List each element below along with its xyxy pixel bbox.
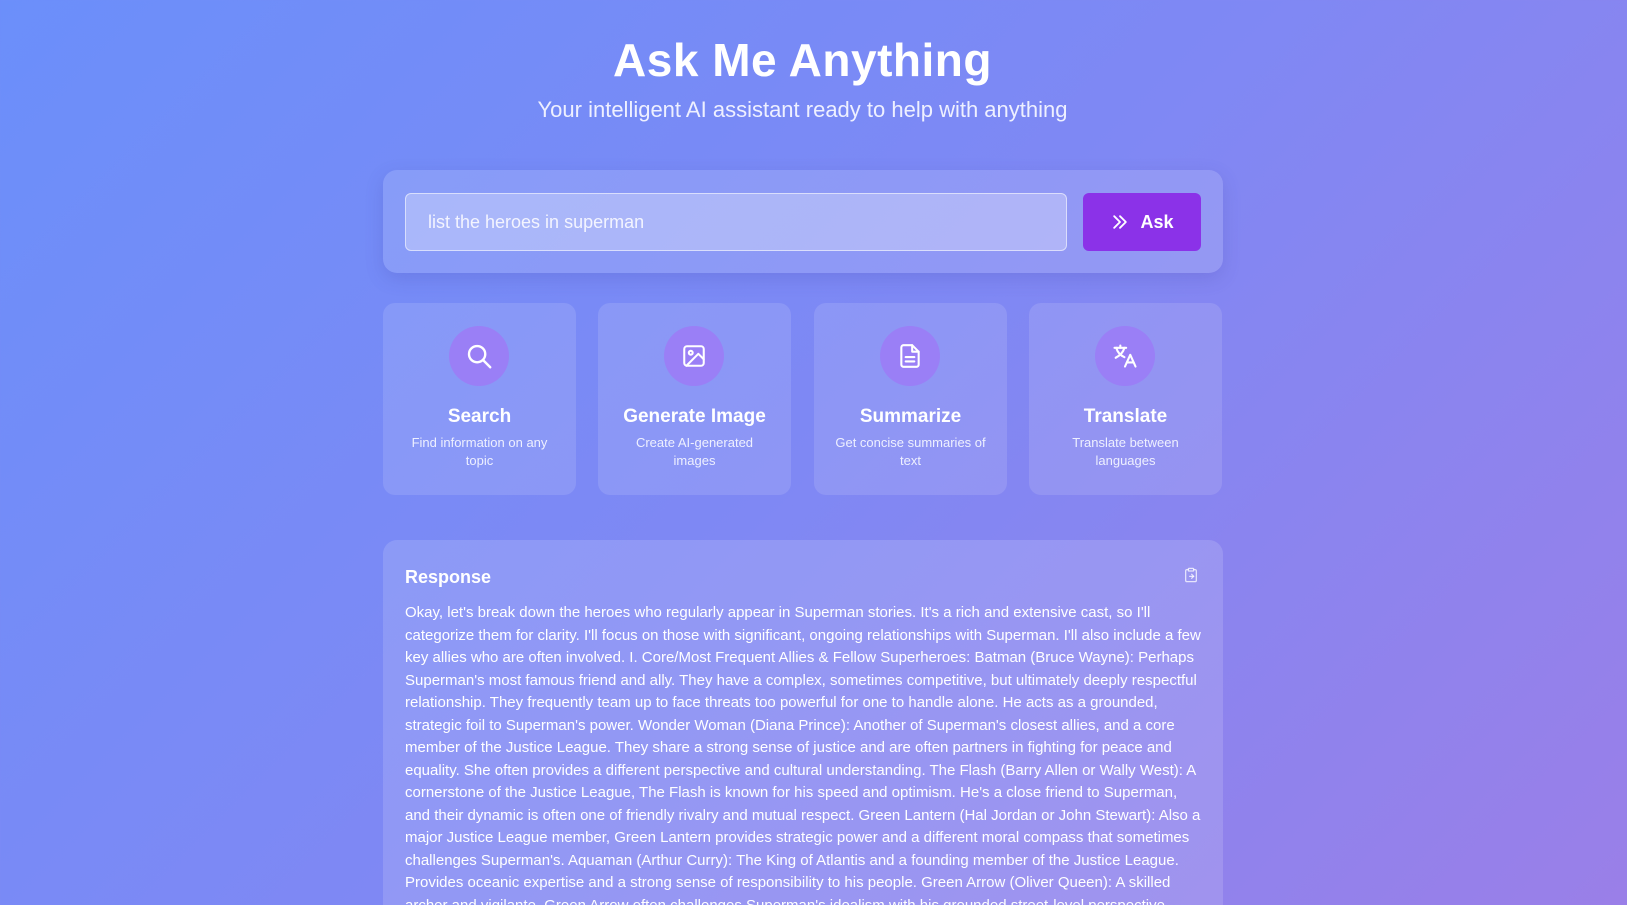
response-title: Response xyxy=(405,567,492,587)
feature-title: Translate xyxy=(1083,406,1168,427)
page-title: Ask Me Anything xyxy=(613,34,992,86)
feature-cards: Search Find information on any topic Gen… xyxy=(383,303,1223,495)
feature-card-translate[interactable]: Translate Translate between languages xyxy=(1029,303,1222,495)
response-text: Okay, let's break down the heroes who re… xyxy=(405,604,1201,905)
search-card: Ask xyxy=(383,170,1223,273)
ask-button-label: Ask xyxy=(1140,211,1174,232)
document-icon xyxy=(880,326,940,386)
feature-title: Search xyxy=(447,406,512,427)
page-subtitle: Your intelligent AI assistant ready to h… xyxy=(537,97,1068,122)
feature-title: Generate Image xyxy=(623,406,766,427)
query-input[interactable] xyxy=(405,193,1067,251)
feature-card-summarize[interactable]: Summarize Get concise summaries of text xyxy=(814,303,1007,495)
double-chevron-right-icon xyxy=(1110,212,1130,232)
feature-card-search[interactable]: Search Find information on any topic xyxy=(383,303,576,495)
translate-icon xyxy=(1095,326,1155,386)
search-icon xyxy=(449,326,509,386)
feature-description: Find information on any topic xyxy=(411,435,548,468)
copy-button[interactable] xyxy=(1181,567,1201,587)
image-icon xyxy=(664,326,724,386)
feature-card-generate-image[interactable]: Generate Image Create AI-generated image… xyxy=(598,303,791,495)
feature-description: Translate between languages xyxy=(1072,435,1179,468)
clipboard-copy-icon xyxy=(1183,567,1199,588)
feature-description: Create AI-generated images xyxy=(635,435,754,468)
response-card: Response Okay, let's break down the hero… xyxy=(383,540,1223,905)
feature-description: Get concise summaries of text xyxy=(835,435,986,468)
ask-button[interactable]: Ask xyxy=(1083,193,1201,251)
feature-title: Summarize xyxy=(859,406,962,427)
